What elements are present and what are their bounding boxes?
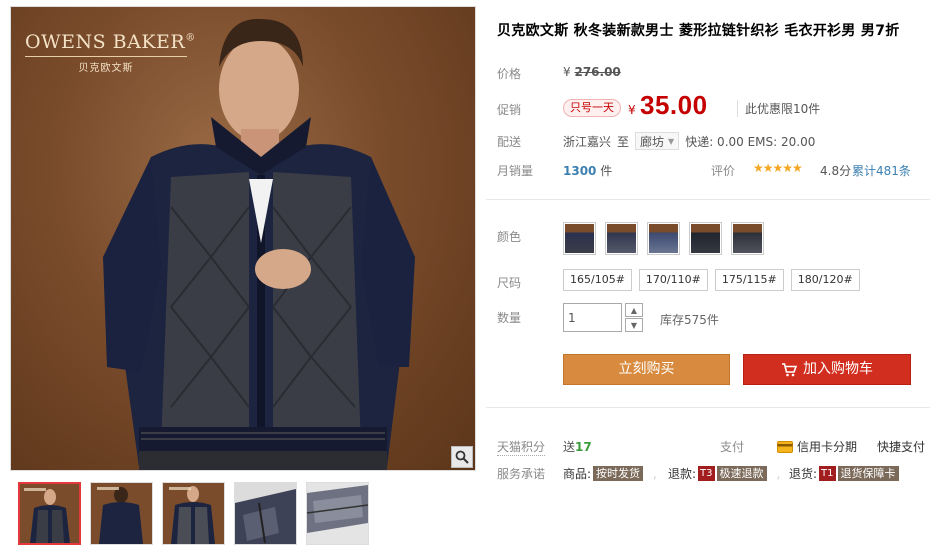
rating-score: 4.8分: [820, 164, 852, 178]
credit-installment-label: 信用卡分期: [797, 440, 858, 454]
quantity-decrement[interactable]: ▼: [625, 318, 643, 332]
shipping-label: 配送: [497, 135, 522, 149]
thumbnail-image: [235, 483, 296, 544]
color-swatch-5[interactable]: [731, 222, 764, 255]
destination-value: 廊坊: [640, 134, 665, 149]
sales-label: 月销量: [497, 164, 534, 178]
quantity-input[interactable]: [563, 303, 622, 332]
chevron-down-icon: ▼: [630, 320, 638, 330]
quantity-label: 数量: [497, 311, 522, 325]
service-separator: ,: [776, 466, 781, 481]
thumbnail-image: [20, 484, 79, 543]
size-options: 165/105# 170/110# 175/115# 180/120#: [563, 269, 860, 291]
color-swatch-1[interactable]: [563, 222, 596, 255]
service-tag[interactable]: 退货保障卡: [837, 466, 899, 481]
price-label: 价格: [497, 67, 522, 81]
thumbnail-strip: [18, 482, 369, 545]
thumbnail-4[interactable]: [234, 482, 297, 545]
current-price-currency: ¥: [628, 103, 636, 117]
current-price: 35.00: [640, 90, 708, 120]
cart-icon: [782, 362, 797, 376]
thumbnail-2[interactable]: [90, 482, 153, 545]
buy-now-button[interactable]: 立刻购买: [563, 354, 730, 385]
brand-logo-text: OWENS BAKER®: [25, 31, 196, 53]
thumbnail-5[interactable]: [306, 482, 369, 545]
sales-unit: 件: [600, 164, 613, 178]
brand-logo: OWENS BAKER® 贝克欧文斯: [25, 31, 196, 74]
add-to-cart-label: 加入购物车: [803, 361, 873, 377]
ship-from: 浙江嘉兴: [563, 134, 612, 149]
color-label: 颜色: [497, 230, 522, 244]
size-option[interactable]: 180/120#: [790, 269, 860, 291]
color-swatch-3[interactable]: [647, 222, 680, 255]
service-code: T3: [698, 466, 715, 481]
shipping-fees: 快递: 0.00 EMS: 20.00: [685, 134, 816, 149]
service-tag[interactable]: 按时发货: [593, 466, 644, 481]
service-name: 退款:: [668, 467, 697, 481]
search-icon: [455, 450, 469, 464]
add-to-cart-button[interactable]: 加入购物车: [743, 354, 911, 385]
promo-tag: 只号一天: [563, 99, 621, 117]
size-label: 尺码: [497, 276, 522, 290]
product-title: 贝克欧文斯 秋冬装新款男士 菱形拉链针织衫 毛衣开衫男 男7折: [497, 23, 900, 39]
thumbnail-image: [91, 483, 152, 544]
promo-label: 促销: [497, 103, 522, 117]
chevron-up-icon: ▲: [630, 305, 638, 315]
destination-select[interactable]: 廊坊 ▼: [635, 132, 680, 150]
reviews-link[interactable]: 累计481条: [852, 162, 911, 179]
service-item: 商品: 按时发货 ,: [563, 465, 657, 482]
service-tag[interactable]: 极速退款: [716, 466, 767, 481]
service-item: 退货: T1 退货保障卡: [789, 465, 899, 482]
promo-limit: 此优惠限10件: [737, 100, 820, 117]
thumbnail-3[interactable]: [162, 482, 225, 545]
color-swatches: [563, 222, 764, 255]
ship-to-word: 至: [617, 134, 630, 149]
model-photo: [103, 18, 415, 470]
size-option[interactable]: 175/115#: [714, 269, 784, 291]
points-label: 天猫积分: [497, 440, 546, 456]
thumbnail-image: [163, 483, 224, 544]
service-code: T1: [819, 466, 836, 481]
brand-logo-rule: [25, 56, 187, 57]
chevron-down-icon: ▼: [668, 136, 675, 146]
service-separator: ,: [653, 466, 657, 481]
credit-card-icon: [777, 440, 793, 453]
quantity-increment[interactable]: ▲: [625, 303, 643, 317]
thumbnail-image: [307, 483, 368, 544]
color-swatch-4[interactable]: [689, 222, 722, 255]
original-price: ¥ 276.00: [563, 65, 621, 79]
quick-pay[interactable]: 快捷支付: [877, 438, 925, 455]
monthly-sales: 1300 件: [563, 162, 612, 179]
size-option[interactable]: 165/105#: [563, 269, 632, 291]
divider: [486, 199, 930, 200]
points-prefix: 送: [563, 440, 576, 454]
original-price-value: 276.00: [574, 65, 621, 79]
brand-logo-cn: 贝克欧文斯: [78, 63, 134, 74]
main-product-image[interactable]: OWENS BAKER® 贝克欧文斯: [10, 6, 476, 471]
service-item: 退款: T3 极速退款 ,: [668, 465, 780, 482]
rating-label: 评价: [711, 164, 736, 178]
service-label: 服务承诺: [497, 467, 546, 481]
zoom-button[interactable]: [451, 446, 473, 468]
service-name: 商品:: [563, 467, 592, 481]
size-option[interactable]: 170/110#: [638, 269, 708, 291]
thumbnail-1[interactable]: [18, 482, 81, 545]
currency-symbol: ¥: [563, 65, 571, 79]
stock-info: 库存575件: [660, 313, 719, 327]
divider: [486, 407, 930, 408]
shipping-info: 浙江嘉兴 至 廊坊 ▼ 快递: 0.00 EMS: 20.00: [563, 132, 815, 150]
points-info: 送17: [563, 438, 592, 455]
color-swatch-2[interactable]: [605, 222, 638, 255]
service-name: 退货:: [789, 467, 818, 481]
credit-installment[interactable]: 信用卡分期: [777, 438, 857, 455]
rating-stars: ★★★★★: [753, 161, 803, 175]
sales-count: 1300: [563, 164, 597, 178]
payment-label: 支付: [720, 440, 745, 454]
points-value: 17: [575, 440, 592, 454]
